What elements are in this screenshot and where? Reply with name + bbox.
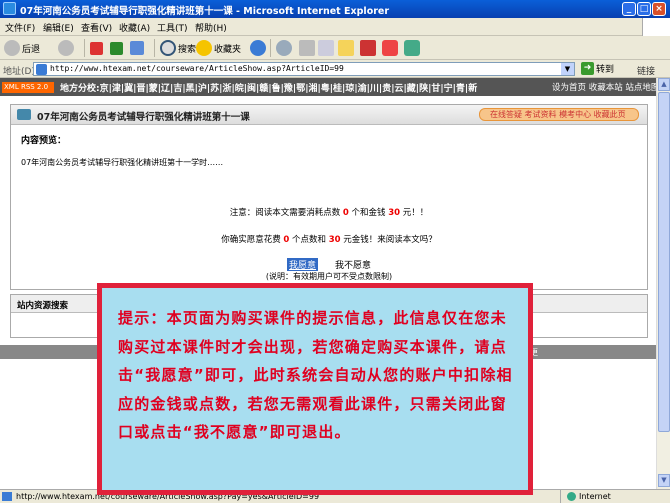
address-url: http://www.htexam.net/courseware/Article… — [50, 64, 344, 73]
address-input[interactable]: http://www.htexam.net/courseware/Article… — [33, 62, 575, 76]
cost-notice-text: 元！！ — [402, 208, 429, 218]
window-title: 07年河南公务员考试辅导行职强化精讲班第十一课 - Microsoft Inte… — [20, 6, 390, 17]
edit-icon — [318, 40, 334, 56]
discuss-button[interactable] — [338, 39, 356, 57]
vertical-scrollbar[interactable]: ▲ ▼ — [656, 78, 670, 489]
page-loading-icon — [2, 492, 12, 501]
stop-button[interactable] — [90, 39, 105, 57]
menu-edit[interactable]: 编辑(E) — [43, 21, 74, 34]
internet-zone-icon — [567, 492, 576, 501]
zone-label: Internet — [579, 492, 611, 501]
back-arrow-icon — [4, 40, 20, 56]
go-arrow-icon: ➜ — [581, 62, 594, 75]
forward-arrow-icon — [58, 40, 74, 56]
tip-overlay: 提示：本页面为购买课件的提示信息，此信息仅在您未购买过本课件时才会出现，若您确定… — [97, 283, 533, 495]
research-icon — [360, 40, 376, 56]
points-value: 0 — [283, 235, 290, 245]
preview-text: 07年河南公务员考试辅导行职强化精讲班第十一学时…… — [21, 158, 224, 167]
resource-search-title: 站内资源搜索 — [17, 301, 69, 311]
agree-link[interactable]: 我愿意 — [287, 258, 319, 271]
menu-view[interactable]: 查看(V) — [81, 21, 112, 34]
star-icon — [196, 40, 212, 56]
rss-badge[interactable]: XML RSS 2.0 — [2, 82, 54, 93]
forward-button[interactable] — [58, 39, 76, 57]
panel-links[interactable]: 在线答疑 考试资料 模考中心 收藏此页 — [479, 108, 639, 121]
menu-file[interactable]: 文件(F) — [5, 21, 35, 34]
panel-header: 07年河南公务员考试辅导行职强化精讲班第十一课 在线答疑 考试资料 模考中心 收… — [11, 105, 647, 125]
mail-icon — [276, 40, 292, 56]
maximize-button[interactable]: □ — [637, 2, 651, 16]
site-nav-strip: XML RSS 2.0 地方分校:京|津|冀|晋|蒙|辽|吉|黑|沪|苏|浙|皖… — [0, 78, 656, 96]
refresh-icon — [110, 41, 123, 55]
scroll-thumb[interactable] — [658, 92, 670, 432]
decline-link[interactable]: 我不愿意 — [335, 258, 371, 271]
minimize-button[interactable]: _ — [622, 2, 636, 16]
folder-icon — [338, 40, 354, 56]
menu-help[interactable]: 帮助(H) — [195, 21, 227, 34]
site-links[interactable]: 设为首页 收藏本站 站点地图 — [552, 81, 656, 93]
go-label: 转到 — [596, 65, 615, 75]
back-label: 后退 — [22, 44, 41, 55]
menu-bar: 文件(F) 编辑(E) 查看(V) 收藏(A) 工具(T) 帮助(H) — [0, 18, 670, 36]
preview-label: 内容预览： — [21, 136, 67, 146]
favorites-label: 收藏夹 — [214, 44, 242, 55]
province-links[interactable]: 地方分校:京|津|冀|晋|蒙|辽|吉|黑|沪|苏|浙|皖|闽|赣|鲁|豫|鄂|湘… — [60, 81, 477, 94]
print-button[interactable] — [299, 39, 317, 57]
menu-tools[interactable]: 工具(T) — [157, 21, 188, 34]
address-bar: 地址(D) http://www.htexam.net/courseware/A… — [0, 60, 670, 78]
search-button[interactable]: 搜索 — [160, 39, 196, 57]
money-value: 30 — [328, 235, 341, 245]
print-icon — [299, 40, 315, 56]
messenger-icon — [382, 40, 398, 56]
toolbar-separator — [270, 39, 271, 57]
menu-favorites[interactable]: 收藏(A) — [119, 21, 150, 34]
edit-button[interactable] — [318, 39, 336, 57]
refresh-button[interactable] — [110, 39, 125, 57]
course-icon — [17, 109, 31, 120]
page-icon — [36, 64, 47, 75]
search-label: 搜索 — [178, 44, 197, 55]
extra-button[interactable] — [404, 39, 422, 57]
favorites-button[interactable]: 收藏夹 — [196, 39, 241, 57]
title-bar: 07年河南公务员考试辅导行职强化精讲班第十一课 - Microsoft Inte… — [0, 0, 670, 18]
purchase-options: 我愿意 我不愿意 — [11, 258, 647, 271]
stop-icon — [90, 41, 103, 55]
ie-icon — [3, 2, 16, 15]
close-button[interactable]: × — [652, 2, 666, 16]
mail-button[interactable] — [276, 39, 294, 57]
history-button[interactable] — [250, 39, 268, 57]
panel-title: 07年河南公务员考试辅导行职强化精讲班第十一课 — [37, 112, 250, 123]
confirm-text: 元金钱！来阅读本文吗？ — [343, 235, 437, 245]
toolbar-separator — [154, 39, 155, 57]
toolbar-separator — [84, 39, 85, 57]
search-icon — [160, 40, 176, 56]
plugin-icon — [404, 40, 420, 56]
confirm-text: 个点数和 — [292, 235, 327, 245]
history-icon — [250, 40, 266, 56]
cost-notice-text: 个和金钱 — [351, 208, 386, 218]
options-note: (说明：有效期用户可不受点数限制) — [265, 272, 393, 281]
scroll-up-icon[interactable]: ▲ — [658, 78, 670, 91]
security-zone: Internet — [560, 490, 670, 503]
confirm-text: 你确实愿意花费 — [221, 235, 281, 245]
go-button[interactable]: ➜ 转到 — [581, 62, 614, 75]
windows-logo-icon — [642, 18, 670, 36]
messenger-button[interactable] — [382, 39, 400, 57]
home-button[interactable] — [130, 39, 146, 57]
home-icon — [130, 41, 144, 55]
confirm-question: 你确实愿意花费 0 个点数和 30 元金钱！来阅读本文吗？ — [11, 233, 647, 245]
toolbar: 后退 搜索 收藏夹 — [0, 36, 670, 60]
course-panel: 07年河南公务员考试辅导行职强化精讲班第十一课 在线答疑 考试资料 模考中心 收… — [10, 104, 648, 290]
address-dropdown-icon[interactable]: ▼ — [561, 63, 574, 75]
cost-notice: 注意：阅读本文需要消耗点数 0 个和金钱 30 元！！ — [11, 206, 647, 218]
address-label: 地址(D) — [3, 67, 35, 77]
back-button[interactable]: 后退 — [4, 39, 40, 57]
scroll-down-icon[interactable]: ▼ — [658, 474, 670, 487]
points-value: 0 — [342, 208, 349, 218]
research-button[interactable] — [360, 39, 378, 57]
cost-notice-text: 注意：阅读本文需要消耗点数 — [229, 208, 341, 218]
money-value: 30 — [388, 208, 401, 218]
tip-text: 提示：本页面为购买课件的提示信息，此信息仅在您未购买过本课件时才会出现，若您确定… — [118, 309, 513, 441]
links-button[interactable]: 链接 — [637, 64, 655, 77]
